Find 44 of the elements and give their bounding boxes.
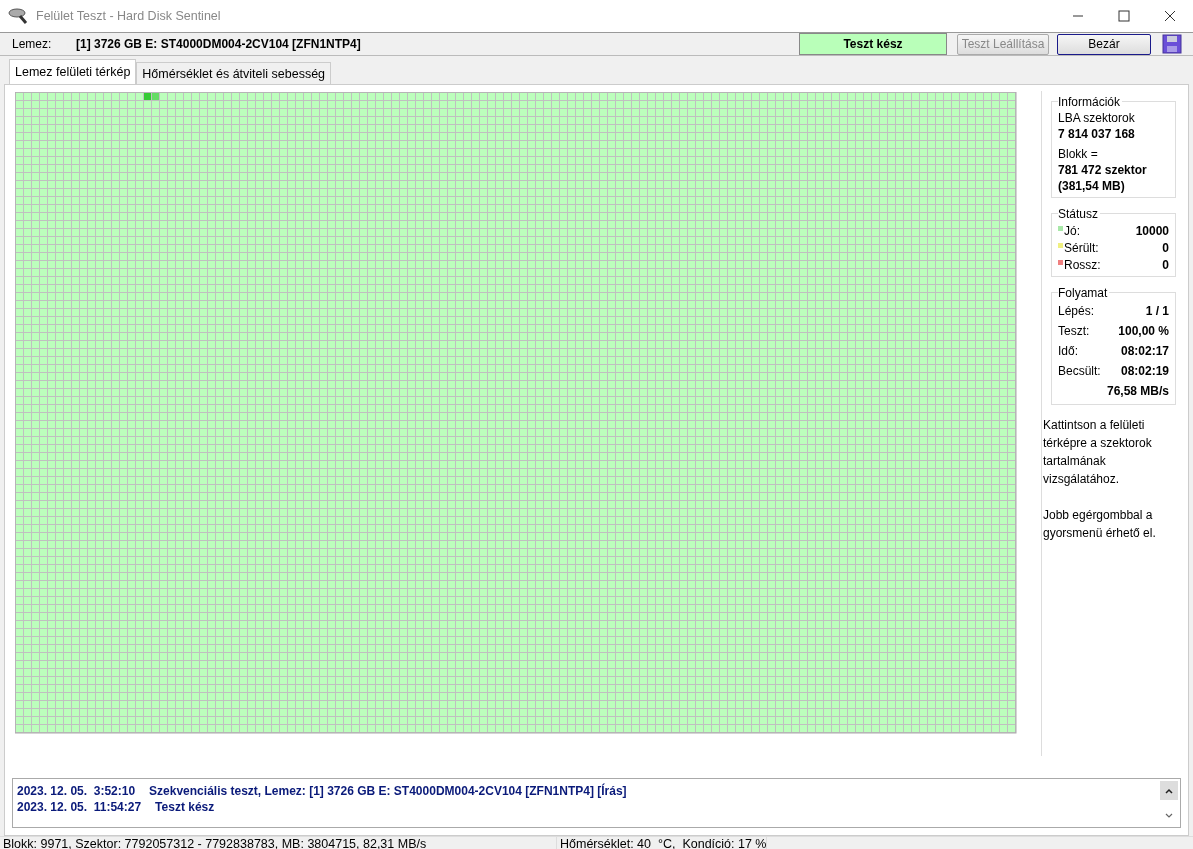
progress-value: 1 / 1 [1145,303,1169,319]
log-message: Teszt kész [155,799,215,815]
hint-text: Jobb egérgombbal a gyorsmenü érhető el. [1043,507,1157,542]
test-status: Teszt kész [799,33,947,55]
group-title: Folyamat [1058,286,1110,301]
save-icon[interactable] [1162,34,1182,54]
close-dialog-button[interactable]: Bezár [1057,33,1151,55]
chevron-up-icon [1165,787,1173,794]
status-value: 10000 [1135,222,1169,239]
status-label: Jó: [1064,222,1080,239]
status-label: Rossz: [1064,256,1101,273]
status-label: Sérült: [1064,239,1099,256]
status-value: 0 [1162,239,1169,256]
log-time: 2023. 12. 05. 3:52:10 [17,783,136,799]
info-value: 781 472 szektor [1058,162,1148,178]
info-label: LBA szektorok [1058,110,1136,126]
progress-label: Lépés: [1058,303,1095,319]
tab[interactable]: Hőmérséklet és átviteli sebesség [136,62,332,84]
window-title: Felület Teszt - Hard Disk Sentinel [36,9,222,23]
progress-label: Teszt: [1058,323,1090,339]
close-icon [1164,10,1176,22]
disk-label: Lemez: [12,37,53,51]
surface-map-drawing[interactable] [15,92,1017,734]
log-time: 2023. 12. 05. 11:54:27 [17,799,142,815]
tab[interactable]: Lemez felületi térkép [9,59,137,84]
disk-magnifier-icon [8,6,30,26]
info-value: (381,54 MB) [1058,178,1126,194]
scroll-up-button[interactable] [1160,781,1178,800]
hint-text: Kattintson a felületi térképre a szektorok tartalmának vizsgálatához. [1043,417,1153,488]
progress-value: 08:02:19 [1120,363,1169,379]
progress-value: 08:02:17 [1120,343,1169,359]
status-bar-text: Blokk: 9971, Szektor: 7792057312 - 7792838783, MB: 3804715, 82,31 MB/s [0,837,557,849]
log-message: Szekvenciális teszt, Lemez: [1] 3726 GB E: ST4000DM004-2CV104 [ZFN1NTP4] [Írás] [149,783,627,799]
chevron-down-icon [1165,812,1173,819]
progress-label: Becsült: [1058,363,1101,379]
info-value: 7 814 037 168 [1058,126,1136,142]
status-bar-text: Hőmérséklet: 40 °C, Kondíció: 17 % [557,837,768,849]
info-label: Blokk = [1058,146,1099,162]
status-value: 0 [1162,256,1169,273]
disk-name: [1] 3726 GB E: ST4000DM004-2CV104 [ZFN1NTP4] [76,37,362,51]
speed-value: 76,58 MB/s [1106,383,1169,399]
progress-label: Idő: [1058,343,1078,359]
progress-value: 100,00 % [1118,323,1169,339]
maximize-icon [1118,10,1130,22]
